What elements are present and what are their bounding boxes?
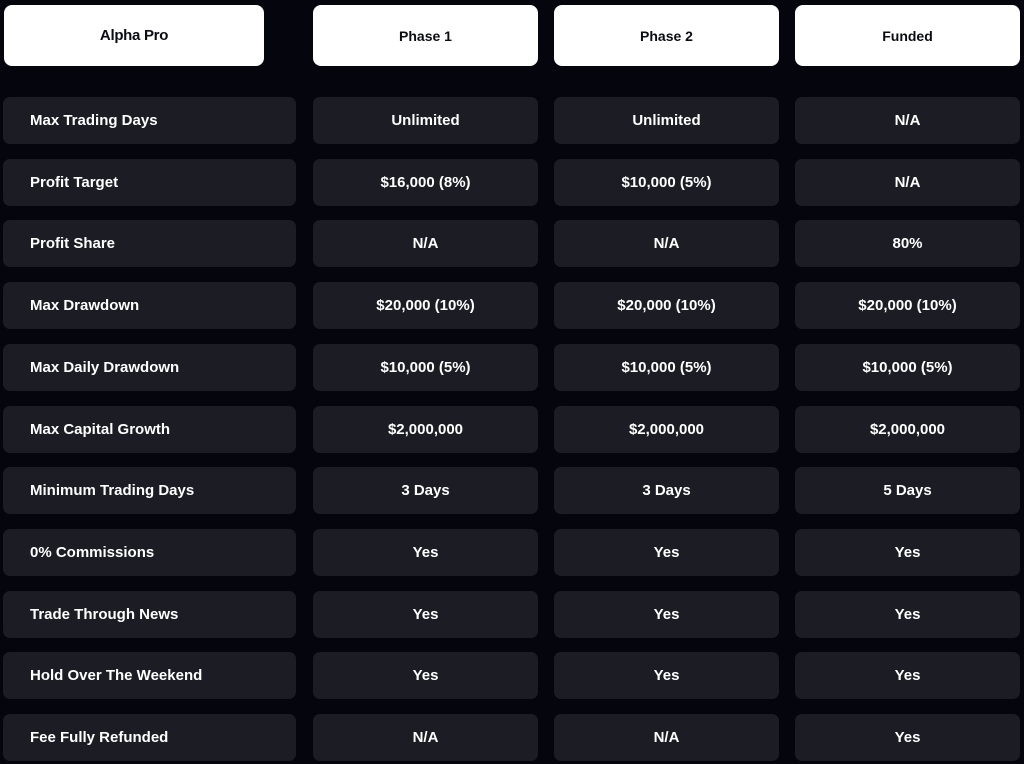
row-value: Yes xyxy=(554,652,779,699)
row-value: $10,000 (5%) xyxy=(795,344,1020,391)
column-header-phase-1: Phase 1 xyxy=(313,5,538,66)
row-label: Max Capital Growth xyxy=(3,406,296,453)
row-label: Profit Target xyxy=(3,159,296,206)
row-value: $2,000,000 xyxy=(554,406,779,453)
row-value: Yes xyxy=(313,529,538,576)
row-value: 3 Days xyxy=(313,467,538,514)
row-value: Yes xyxy=(795,714,1020,761)
row-value: $10,000 (5%) xyxy=(313,344,538,391)
row-label: Minimum Trading Days xyxy=(3,467,296,514)
row-value: 3 Days xyxy=(554,467,779,514)
row-value: N/A xyxy=(554,220,779,267)
table-row: 0% Commissions Yes Yes Yes xyxy=(0,529,1024,576)
row-value: $10,000 (5%) xyxy=(554,159,779,206)
row-value: N/A xyxy=(313,714,538,761)
table-row: Max Daily Drawdown $10,000 (5%) $10,000 (5… xyxy=(0,344,1024,391)
row-value: Yes xyxy=(554,529,779,576)
row-value: Unlimited xyxy=(313,97,538,144)
row-value: $20,000 (10%) xyxy=(554,282,779,329)
row-value: $10,000 (5%) xyxy=(554,344,779,391)
row-label: Fee Fully Refunded xyxy=(3,714,296,761)
row-label: Max Drawdown xyxy=(3,282,296,329)
row-value: Yes xyxy=(554,591,779,638)
row-value: $2,000,000 xyxy=(313,406,538,453)
row-value: Yes xyxy=(313,591,538,638)
row-label: Trade Through News xyxy=(3,591,296,638)
row-label: Profit Share xyxy=(3,220,296,267)
row-value: N/A xyxy=(313,220,538,267)
row-label: Hold Over The Weekend xyxy=(3,652,296,699)
row-value: Yes xyxy=(795,591,1020,638)
table-row: Max Capital Growth $2,000,000 $2,000,000 $2… xyxy=(0,406,1024,453)
row-value: $2,000,000 xyxy=(795,406,1020,453)
column-header-phase-2: Phase 2 xyxy=(554,5,779,66)
plan-name-header: Alpha Pro xyxy=(4,5,264,66)
table-row: Max Drawdown $20,000 (10%) $20,000 (10%) $2… xyxy=(0,282,1024,329)
row-value: N/A xyxy=(795,97,1020,144)
column-header-funded: Funded xyxy=(795,5,1020,66)
row-value: $20,000 (10%) xyxy=(795,282,1020,329)
table-row: Trade Through News Yes Yes Yes xyxy=(0,591,1024,638)
row-value: Yes xyxy=(795,529,1020,576)
table-row: Max Trading Days Unlimited Unlimited N/A xyxy=(0,97,1024,144)
row-label: Max Trading Days xyxy=(3,97,296,144)
table-row: Profit Share N/A N/A 80% xyxy=(0,220,1024,267)
table-row: Profit Target $16,000 (8%) $10,000 (5%) N/A xyxy=(0,159,1024,206)
row-label: 0% Commissions xyxy=(3,529,296,576)
row-value: 80% xyxy=(795,220,1020,267)
row-value: Yes xyxy=(795,652,1020,699)
table-row: Hold Over The Weekend Yes Yes Yes xyxy=(0,652,1024,699)
row-value: N/A xyxy=(554,714,779,761)
row-value: 5 Days xyxy=(795,467,1020,514)
row-value: $16,000 (8%) xyxy=(313,159,538,206)
table-row: Minimum Trading Days 3 Days 3 Days 5 Days xyxy=(0,467,1024,514)
row-value: Yes xyxy=(313,652,538,699)
row-label: Max Daily Drawdown xyxy=(3,344,296,391)
row-value: Unlimited xyxy=(554,97,779,144)
row-value: N/A xyxy=(795,159,1020,206)
table-row: Fee Fully Refunded N/A N/A Yes xyxy=(0,714,1024,761)
row-value: $20,000 (10%) xyxy=(313,282,538,329)
